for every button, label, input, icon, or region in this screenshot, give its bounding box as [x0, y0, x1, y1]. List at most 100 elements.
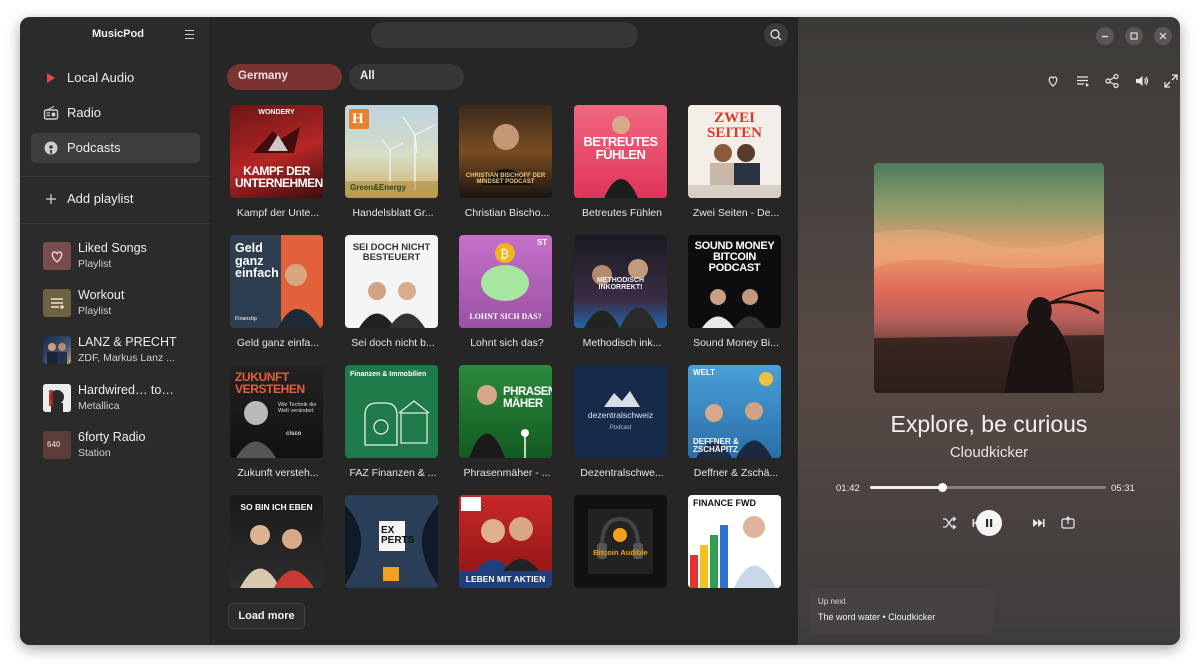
- podcast-card[interactable]: Finanzen & Immobilien FAZ Finanzen & ...: [343, 365, 439, 489]
- cover-title: Geld ganz einfach: [235, 241, 279, 280]
- album-art-image: [874, 163, 1104, 393]
- library-item-subtitle: ZDF, Markus Lanz ...: [78, 352, 175, 364]
- maximize-icon: [1130, 32, 1138, 40]
- country-filter-chip[interactable]: Germany: [227, 64, 342, 90]
- cover-subtitle: Podcast: [609, 425, 632, 431]
- up-next-track: The word water • Cloudkicker: [818, 612, 936, 622]
- podcast-card[interactable]: ZUKUNFT VERSTEHEN Wie Technik die Welt v…: [228, 365, 324, 489]
- cover-title: Bitcoin Audible: [593, 548, 648, 557]
- nav-radio[interactable]: Radio: [31, 98, 200, 128]
- cover-art: [253, 127, 300, 153]
- podcast-card[interactable]: Geld ganz einfach Finanztip Geld ganz ei…: [228, 235, 324, 359]
- podcast-card[interactable]: FINANCE FWD: [686, 495, 782, 619]
- podcast-card[interactable]: ₿ ST LOHNT SICH DAS? Lohnt sich das?: [457, 235, 553, 359]
- library-item-workout[interactable]: Workout Playlist: [31, 286, 206, 324]
- podcast-card[interactable]: BETREUTES FÜHLEN Betreutes Fühlen: [572, 105, 668, 229]
- shuffle-icon[interactable]: [941, 515, 957, 531]
- podcast-cover: FINANCE FWD: [688, 495, 781, 588]
- fullscreen-icon[interactable]: [1163, 73, 1179, 89]
- progress-slider[interactable]: [870, 483, 1106, 492]
- podcast-card[interactable]: METHODISCH INKORREKT! Methodisch ink...: [572, 235, 668, 359]
- hamburger-menu-icon[interactable]: [182, 26, 198, 42]
- repeat-icon[interactable]: [1060, 515, 1076, 531]
- podcast-card[interactable]: EX PERTS: [343, 495, 439, 619]
- podcast-cover: SEI DOCH NICHT BESTEUERT: [345, 235, 438, 328]
- podcast-card[interactable]: LEBEN MIT AKTIEN: [457, 495, 553, 619]
- heart-icon: [43, 242, 71, 270]
- player-panel: Explore, be curious Cloudkicker 01:42 05…: [798, 17, 1180, 645]
- cover-title: EX PERTS: [381, 525, 415, 546]
- search-input[interactable]: [371, 22, 638, 48]
- cover-subtitle: Wie Technik die Welt verändert: [278, 402, 317, 414]
- cover-title: SOUND MONEY BITCOIN PODCAST: [694, 240, 775, 274]
- svg-text:₿: ₿: [500, 247, 509, 261]
- category-filter-chip[interactable]: All: [349, 64, 464, 90]
- podcast-card[interactable]: CHRISTIAN BISCHOFF DER MINDSET PODCAST C…: [457, 105, 553, 229]
- nav-podcasts[interactable]: Podcasts: [31, 133, 200, 163]
- next-icon[interactable]: [1031, 515, 1047, 531]
- pause-button[interactable]: [976, 510, 1002, 536]
- library-item-subtitle: Metallica: [78, 400, 120, 412]
- podcast-icon: [44, 141, 58, 155]
- podcast-card[interactable]: PHRASEN MÄHER Phrasenmäher - ...: [457, 365, 553, 489]
- podcast-cover: dezentralschweiz Podcast: [574, 365, 667, 458]
- podcast-browser: Germany All WONDERY KAMPF DER UNTERNEHME…: [212, 17, 798, 645]
- add-playlist-button[interactable]: Add playlist: [31, 184, 200, 214]
- progress-handle[interactable]: [938, 483, 948, 492]
- library-item-hardwired[interactable]: Hardwired… to… Metallica: [31, 381, 206, 419]
- podcast-card[interactable]: SEI DOCH NICHT BESTEUERT Sei doch nicht …: [343, 235, 439, 359]
- cover-title: DEFFNER & ZSCHÄPITZ: [693, 437, 739, 454]
- podcast-title: Phrasenmäher - ...: [463, 467, 551, 479]
- progress-fill: [870, 486, 943, 489]
- volume-icon[interactable]: [1134, 73, 1150, 89]
- podcast-title: Kampf der Unte...: [236, 207, 320, 219]
- library-item-title: 6forty Radio: [78, 430, 146, 444]
- podcast-cover: ₿ ST LOHNT SICH DAS?: [459, 235, 552, 328]
- current-time: 01:42: [836, 483, 860, 494]
- up-next-card[interactable]: Up next The word water • Cloudkicker: [810, 588, 993, 633]
- podcast-card[interactable]: SOUND MONEY BITCOIN PODCAST Sound Money …: [686, 235, 782, 359]
- cover-title: PHRASEN MÄHER: [503, 386, 552, 410]
- podcast-cover: EX PERTS: [345, 495, 438, 588]
- maximize-button[interactable]: [1125, 27, 1143, 45]
- podcast-card[interactable]: ZWEI SEITEN Zwei Seiten - De...: [686, 105, 782, 229]
- podcast-title: Zwei Seiten - De...: [692, 207, 780, 219]
- podcast-cover: SO BIN ICH EBEN: [230, 495, 323, 588]
- library-item-title: LANZ & PRECHT: [78, 335, 177, 349]
- podcast-card[interactable]: dezentralschweiz Podcast Dezentralschwe.…: [572, 365, 668, 489]
- minimize-icon: [1102, 35, 1108, 38]
- library-item-6forty-radio[interactable]: 640 6forty Radio Station: [31, 428, 206, 466]
- podcast-card[interactable]: H Green&Energy Handelsblatt Gr...: [343, 105, 439, 229]
- load-more-button[interactable]: Load more: [228, 603, 305, 629]
- cover-title: Green&Energy: [350, 183, 407, 192]
- minimize-button[interactable]: [1096, 27, 1114, 45]
- cover-title: FINANCE FWD: [693, 498, 756, 508]
- podcast-cover: [43, 336, 71, 364]
- heart-icon[interactable]: [1045, 73, 1061, 89]
- podcast-card[interactable]: SO BIN ICH EBEN: [228, 495, 324, 619]
- search-button[interactable]: [764, 23, 788, 47]
- plus-icon: [46, 194, 56, 204]
- library-item-liked-songs[interactable]: Liked Songs Playlist: [31, 239, 206, 277]
- cover-title: Finanzen & Immobilien: [350, 371, 427, 378]
- podcast-cover: Bitcoin Audible: [574, 495, 667, 588]
- cover-title: ZWEI SEITEN: [706, 110, 763, 141]
- podcast-card[interactable]: Bitcoin Audible: [572, 495, 668, 619]
- podcast-cover: Finanzen & Immobilien: [345, 365, 438, 458]
- podcast-cover: H Green&Energy: [345, 105, 438, 198]
- divider: [20, 176, 211, 177]
- play-icon: [47, 73, 55, 83]
- queue-icon[interactable]: [1075, 73, 1091, 89]
- library-item-subtitle: Playlist: [78, 258, 112, 270]
- track-artist[interactable]: Cloudkicker: [798, 444, 1180, 461]
- library-item-lanz-precht[interactable]: LANZ & PRECHT ZDF, Markus Lanz ...: [31, 333, 206, 371]
- podcast-card[interactable]: WONDERY KAMPF DER UNTERNEHMEN Kampf der …: [228, 105, 324, 229]
- share-icon[interactable]: [1104, 73, 1120, 89]
- app-window: MusicPod Local Audio Radio Podcasts Add …: [20, 17, 1180, 645]
- close-icon: [1159, 32, 1167, 40]
- library-item-subtitle: Station: [78, 447, 111, 459]
- podcast-card[interactable]: WELT DEFFNER & ZSCHÄPITZ Deffner & Zschä…: [686, 365, 782, 489]
- cover-title: LOHNT SICH DAS?: [469, 312, 542, 321]
- close-button[interactable]: [1154, 27, 1172, 45]
- nav-local-audio[interactable]: Local Audio: [31, 63, 200, 93]
